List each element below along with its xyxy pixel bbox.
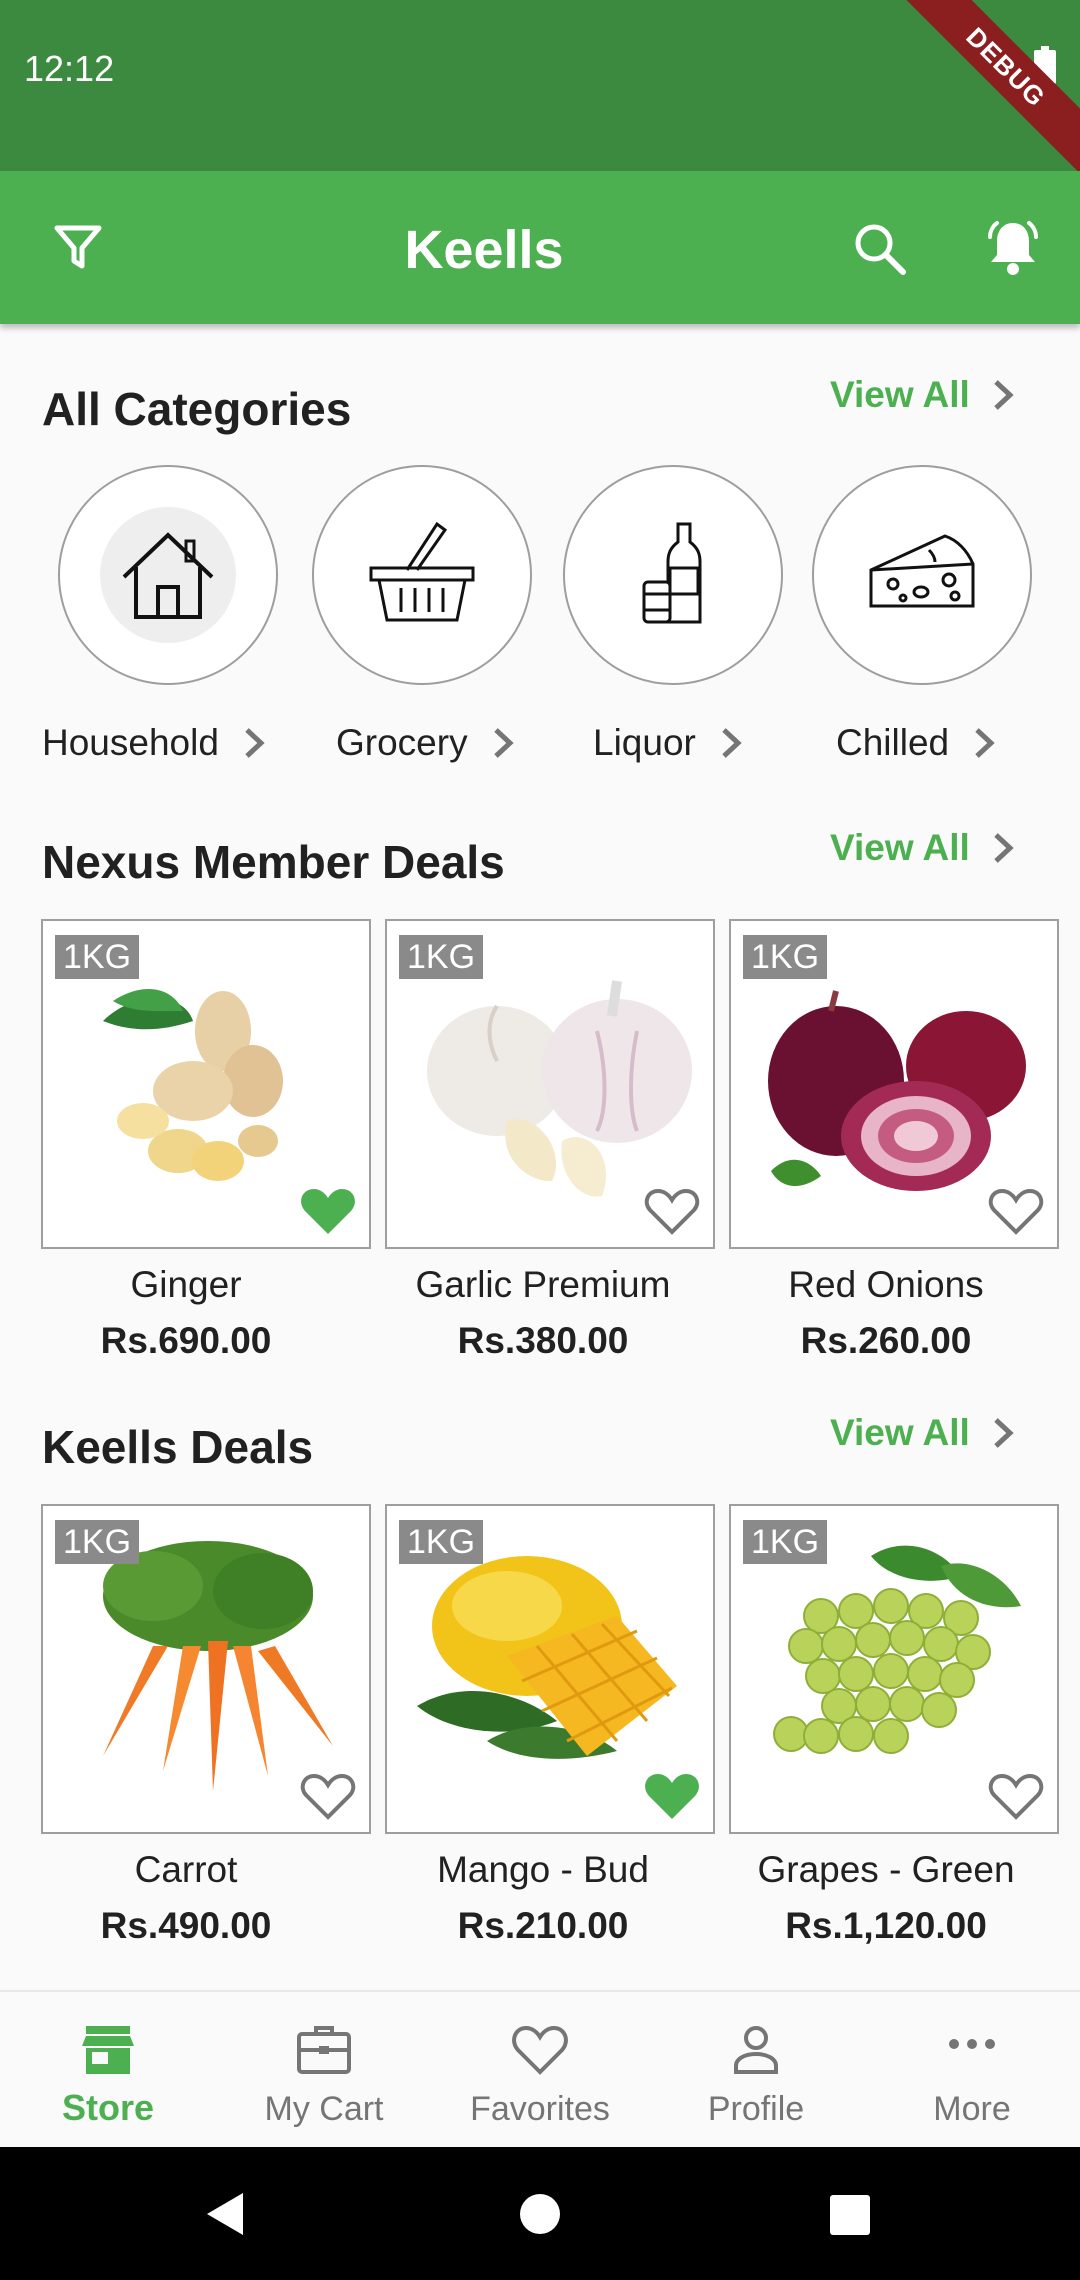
chevron-right-icon bbox=[994, 380, 1014, 410]
bottle-icon bbox=[642, 522, 702, 624]
product-price: Rs.490.00 bbox=[100, 1905, 272, 1946]
category-label-chilled[interactable]: Chilled bbox=[836, 722, 997, 764]
favorite-heart-outline-icon[interactable] bbox=[987, 1185, 1045, 1237]
keells-deals-view-all-button[interactable]: View All bbox=[830, 1412, 1018, 1454]
favorite-heart-outline-icon[interactable] bbox=[643, 1185, 701, 1237]
category-household[interactable] bbox=[58, 465, 278, 685]
chevron-right-icon bbox=[245, 728, 265, 758]
app-title: Keells bbox=[404, 220, 564, 280]
product-card-carrot[interactable]: 1KG bbox=[41, 1504, 371, 1834]
weight-badge: 1KG bbox=[399, 1520, 484, 1564]
app-bar: Keells bbox=[0, 171, 1080, 324]
product-price: Rs.690.00 bbox=[100, 1320, 272, 1361]
product-name: Grapes - Green bbox=[757, 1849, 1015, 1890]
person-icon bbox=[734, 2026, 778, 2074]
nav-label: Store bbox=[61, 2087, 155, 2128]
product-card-grapes[interactable]: 1KG bbox=[729, 1504, 1059, 1834]
chevron-right-icon bbox=[975, 728, 995, 758]
status-bar: 12:12 DEBUG bbox=[0, 0, 1080, 183]
system-navigation-bar bbox=[0, 2147, 1080, 2280]
categories-view-all-button[interactable]: View All bbox=[830, 374, 1018, 416]
heart-icon bbox=[512, 2025, 568, 2075]
product-name: Mango - Bud bbox=[437, 1849, 649, 1890]
chevron-right-icon bbox=[994, 1418, 1014, 1448]
nav-profile[interactable]: Profile bbox=[648, 1992, 864, 2149]
product-card-garlic[interactable]: 1KG bbox=[385, 919, 715, 1249]
nav-more[interactable]: More bbox=[864, 1992, 1080, 2149]
product-name: Red Onions bbox=[788, 1264, 984, 1305]
product-price: Rs.260.00 bbox=[800, 1320, 972, 1361]
nav-label: Favorites bbox=[470, 2090, 610, 2128]
product-price: Rs.1,120.00 bbox=[785, 1905, 987, 1946]
chevron-right-icon bbox=[722, 728, 742, 758]
bottom-navigation: Store My Cart Favorites Profile More bbox=[0, 1990, 1080, 2147]
product-price: Rs.210.00 bbox=[457, 1905, 629, 1946]
chevron-right-icon bbox=[493, 728, 514, 758]
basket-icon bbox=[369, 521, 475, 622]
cheese-icon bbox=[869, 534, 975, 608]
weight-badge: 1KG bbox=[55, 1520, 140, 1564]
category-label-text: Chilled bbox=[836, 722, 950, 763]
favorite-heart-outline-icon[interactable] bbox=[987, 1770, 1045, 1822]
favorite-heart-outline-icon[interactable] bbox=[299, 1770, 357, 1822]
favorite-heart-icon[interactable] bbox=[643, 1770, 701, 1822]
weight-badge: 1KG bbox=[743, 935, 828, 979]
nav-label: More bbox=[933, 2090, 1011, 2128]
briefcase-icon bbox=[297, 2026, 351, 2074]
product-card-red-onions[interactable]: 1KG bbox=[729, 919, 1059, 1249]
category-label-household[interactable]: Household bbox=[42, 722, 267, 764]
nav-label: Profile bbox=[707, 2090, 805, 2128]
category-chilled[interactable] bbox=[812, 465, 1032, 685]
search-icon[interactable] bbox=[852, 221, 908, 277]
store-icon bbox=[82, 2026, 134, 2074]
category-grocery[interactable] bbox=[312, 465, 532, 685]
house-icon bbox=[100, 507, 236, 643]
categories-title: All Categories bbox=[42, 383, 352, 435]
category-label-liquor[interactable]: Liquor bbox=[593, 722, 744, 764]
debug-banner: DEBUG bbox=[890, 0, 1080, 183]
category-label-text: Household bbox=[42, 722, 219, 763]
nav-store[interactable]: Store bbox=[0, 1992, 216, 2149]
product-name: Ginger bbox=[130, 1264, 242, 1305]
screen: 12:12 DEBUG Keells All Categories View A… bbox=[0, 0, 1080, 2280]
nexus-deals-view-all-button[interactable]: View All bbox=[830, 827, 1018, 869]
product-name: Carrot bbox=[134, 1849, 238, 1890]
nexus-deals-title: Nexus Member Deals bbox=[42, 836, 505, 888]
category-label-text: Liquor bbox=[593, 722, 696, 763]
view-all-label: View All bbox=[830, 827, 970, 868]
recents-icon[interactable] bbox=[829, 2194, 871, 2236]
category-liquor[interactable] bbox=[563, 465, 783, 685]
more-dots-icon bbox=[949, 2039, 995, 2049]
weight-badge: 1KG bbox=[55, 935, 140, 979]
product-name: Garlic Premium bbox=[415, 1264, 671, 1305]
weight-badge: 1KG bbox=[743, 1520, 828, 1564]
weight-badge: 1KG bbox=[399, 935, 484, 979]
chevron-right-icon bbox=[994, 833, 1014, 863]
product-card-ginger[interactable]: 1KG bbox=[41, 919, 371, 1249]
view-all-label: View All bbox=[830, 1412, 970, 1453]
view-all-label: View All bbox=[830, 374, 970, 415]
keells-deals-title: Keells Deals bbox=[42, 1421, 314, 1473]
back-icon[interactable] bbox=[203, 2191, 247, 2237]
nav-favorites[interactable]: Favorites bbox=[432, 1992, 648, 2149]
product-card-mango[interactable]: 1KG bbox=[385, 1504, 715, 1834]
status-time: 12:12 bbox=[24, 48, 115, 89]
notification-bell-icon[interactable] bbox=[982, 217, 1044, 279]
nav-my-cart[interactable]: My Cart bbox=[216, 1992, 432, 2149]
home-icon[interactable] bbox=[519, 2193, 561, 2235]
product-price: Rs.380.00 bbox=[457, 1320, 629, 1361]
favorite-heart-icon[interactable] bbox=[299, 1185, 357, 1237]
nav-label: My Cart bbox=[264, 2090, 384, 2128]
category-label-grocery[interactable]: Grocery bbox=[336, 722, 516, 764]
category-label-text: Grocery bbox=[336, 722, 468, 763]
